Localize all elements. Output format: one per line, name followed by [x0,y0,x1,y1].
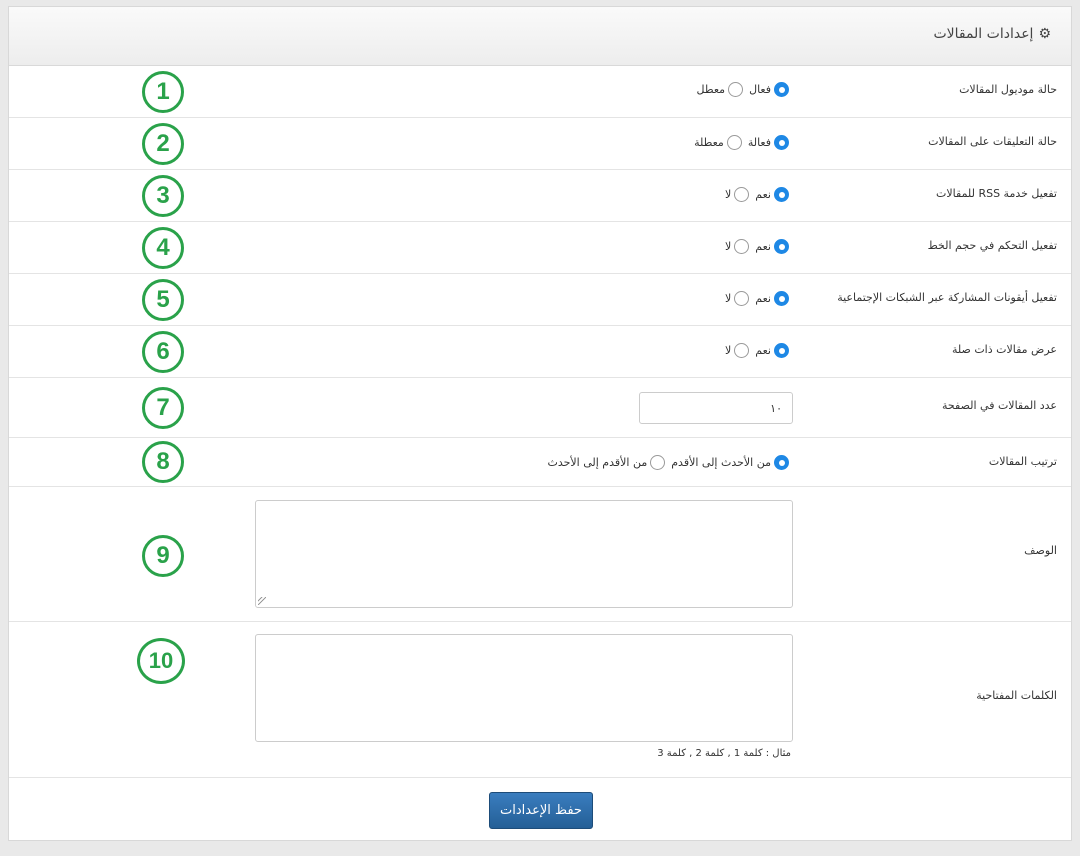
page-title: ⚙ إعدادات المقالات [933,26,1051,42]
radio-option-no[interactable]: لا [725,291,750,306]
setting-row-articles-per-page: عدد المقالات في الصفحة ١٠ 7 [9,378,1071,438]
description-textarea[interactable] [255,500,793,608]
step-badge: 2 [142,123,184,165]
setting-row-keywords: الكلمات المفتاحية مثال : كلمة 1 , كلمة 2… [9,622,1071,778]
radio-group-related-articles: نعم لا [725,343,789,358]
setting-row-font-size: تفعيل التحكم في حجم الخط نعم لا 4 [9,222,1071,274]
radio-option-no[interactable]: لا [725,343,750,358]
radio-button[interactable] [734,291,750,306]
radio-button-selected[interactable] [774,343,789,358]
radio-option-yes[interactable]: نعم [755,239,789,254]
resize-handle-icon[interactable] [258,597,266,605]
radio-option-yes[interactable]: نعم [755,187,789,202]
radio-button[interactable] [734,239,750,254]
setting-row-comments-status: حالة التعليقات على المقالات فعالة معطلة … [9,118,1071,170]
radio-option-no[interactable]: لا [725,239,750,254]
step-badge: 8 [142,441,184,483]
radio-option-enabled[interactable]: فعال [749,82,789,97]
step-badge: 6 [142,331,184,373]
page-title-text: إعدادات المقالات [933,26,1034,42]
setting-row-related-articles: عرض مقالات ذات صلة نعم لا 6 [9,326,1071,378]
radio-button[interactable] [734,187,750,202]
radio-button-selected[interactable] [774,291,789,306]
radio-option-enabled[interactable]: فعالة [748,135,789,150]
row-label: عرض مقالات ذات صلة [951,343,1057,356]
radio-button[interactable] [650,455,666,470]
settings-panel: ⚙ إعدادات المقالات حالة موديول المقالات … [8,6,1072,841]
row-label: تفعيل أيقونات المشاركة عبر الشبكات الإجت… [837,291,1057,304]
setting-row-module-status: حالة موديول المقالات فعال معطل 1 [9,66,1071,118]
row-label: حالة موديول المقالات [959,83,1057,96]
radio-button[interactable] [728,82,744,97]
setting-row-social-share: تفعيل أيقونات المشاركة عبر الشبكات الإجت… [9,274,1071,326]
radio-button-selected[interactable] [774,82,789,97]
radio-option-disabled[interactable]: معطل [697,82,744,97]
radio-button-selected[interactable] [774,455,789,470]
panel-header: ⚙ إعدادات المقالات [9,7,1071,66]
row-label: تفعيل التحكم في حجم الخط [927,239,1057,252]
step-badge: 9 [142,535,184,577]
radio-option-oldest-first[interactable]: من الأقدم إلى الأحدث [547,455,666,470]
radio-option-newest-first[interactable]: من الأحدث إلى الأقدم [671,455,789,470]
radio-group-rss: نعم لا [725,187,789,202]
setting-row-description: الوصف 9 [9,487,1071,622]
row-label: حالة التعليقات على المقالات [928,135,1057,148]
radio-group-font-size: نعم لا [725,239,789,254]
step-badge: 4 [142,227,184,269]
keywords-textarea[interactable] [255,634,793,742]
step-badge: 3 [142,175,184,217]
row-label: ترتيب المقالات [988,455,1057,468]
radio-button[interactable] [726,135,742,150]
row-label: تفعيل خدمة RSS للمقالات [936,187,1057,200]
step-badge: 10 [137,638,185,684]
row-label: الكلمات المفتاحية [976,689,1057,702]
setting-row-rss: تفعيل خدمة RSS للمقالات نعم لا 3 [9,170,1071,222]
row-label: عدد المقالات في الصفحة [942,399,1057,412]
step-badge: 5 [142,279,184,321]
radio-button-selected[interactable] [774,187,789,202]
radio-button-selected[interactable] [774,239,789,254]
radio-button[interactable] [734,343,750,358]
step-badge: 1 [142,71,184,113]
setting-row-articles-order: ترتيب المقالات من الأحدث إلى الأقدم من ا… [9,438,1071,487]
radio-option-yes[interactable]: نعم [755,291,789,306]
row-label: الوصف [1024,544,1057,557]
radio-option-yes[interactable]: نعم [755,343,789,358]
radio-group-comments-status: فعالة معطلة [694,135,789,150]
save-settings-button[interactable]: حفظ الإعدادات [489,792,593,829]
step-badge: 7 [142,387,184,429]
radio-option-no[interactable]: لا [725,187,750,202]
keywords-hint: مثال : كلمة 1 , كلمة 2 , كلمة 3 [657,748,791,759]
radio-group-social-share: نعم لا [725,291,789,306]
radio-button-selected[interactable] [774,135,789,150]
radio-group-articles-order: من الأحدث إلى الأقدم من الأقدم إلى الأحد… [547,455,789,470]
radio-option-disabled[interactable]: معطلة [694,135,742,150]
gear-icon: ⚙ [1038,26,1051,42]
radio-group-module-status: فعال معطل [697,82,789,97]
articles-per-page-input[interactable]: ١٠ [639,392,793,424]
